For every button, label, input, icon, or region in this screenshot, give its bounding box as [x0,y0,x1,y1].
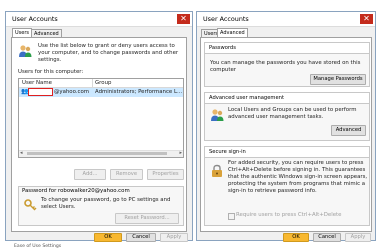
advanced-management-text: Local Users and Groups can be used to pe… [228,107,357,120]
apply-button[interactable]: Apply [160,233,188,242]
advanced-management-group-title: Advanced user management [205,93,369,104]
cancel-button[interactable]: Cancel [126,233,156,242]
close-icon[interactable]: ✕ [177,14,190,24]
advanced-button[interactable]: Advanced [331,125,366,136]
advanced-tab-panel: Passwords You can manage the passwords y… [200,37,372,232]
passwords-group-title: Passwords [205,43,369,54]
user-name-cell: @yahoo.com [54,89,90,95]
remove-user-button[interactable]: Remove [110,169,143,180]
passwords-group: Passwords You can manage the passwords y… [204,42,370,87]
keys-icon [24,199,37,211]
window-title: User Accounts [12,15,58,23]
intro-text: Use the list below to grant or deny user… [38,43,179,63]
users-tab-panel: Use the list below to grant or deny user… [11,37,187,232]
require-ctrl-alt-del-label: Require users to press Ctrl+Alt+Delete [236,212,342,218]
properties-button[interactable]: Properties [147,169,184,180]
close-icon[interactable]: ✕ [360,14,373,24]
title-bar: User Accounts ✕ [197,12,375,27]
add-user-button[interactable]: Add... [74,169,106,180]
column-header-user-name[interactable]: User Name [22,80,52,86]
ok-button[interactable]: OK [94,233,122,242]
ok-button[interactable]: OK [283,233,309,242]
require-ctrl-alt-del-checkbox[interactable] [228,213,235,220]
user-accounts-window-advanced: User Accounts ✕ Users Advanced Passwords… [196,11,376,242]
lock-icon [212,164,222,177]
advanced-management-group: Advanced user management Local Users and… [204,92,370,141]
users-icon [19,45,32,57]
apply-button[interactable]: Apply [345,233,371,242]
group-cell: Administrators; Performance L... [95,89,183,95]
user-accounts-window-users: User Accounts ✕ Users Advanced Use the l… [5,11,193,242]
users-icon [211,109,224,121]
users-list[interactable]: User Name Group 👥 @yahoo.com Administrat… [18,78,184,158]
reset-password-button[interactable]: Reset Password... [115,213,179,224]
column-header-group[interactable]: Group [95,80,111,86]
cancel-button[interactable]: Cancel [313,233,341,242]
taskbar-text: Ease of Use Settings [14,244,62,249]
password-group: Password for robowalker20@yahoo.com To c… [18,186,184,226]
password-group-title: Password for robowalker20@yahoo.com [22,188,130,194]
scroll-left-icon[interactable]: ◂ [20,150,23,156]
users-list-label: Users for this computer: [18,69,84,75]
list-header: User Name Group [19,79,183,88]
column-divider [92,79,93,87]
redaction-box [28,88,53,96]
horizontal-scrollbar[interactable]: ◂ ▸ [19,150,183,157]
scroll-right-icon[interactable]: ▸ [179,150,182,156]
manage-passwords-button[interactable]: Manage Passwords [310,74,366,85]
secure-signin-group: Secure sign-in For added security, you c… [204,146,370,226]
title-bar: User Accounts ✕ [6,12,192,27]
window-title: User Accounts [203,15,249,23]
secure-signin-group-title: Secure sign-in [205,147,369,158]
passwords-text: You can manage the passwords you have st… [210,60,361,73]
scrollbar-thumb[interactable] [27,152,167,155]
table-row[interactable]: 👥 @yahoo.com Administrators; Performance… [19,88,183,97]
secure-signin-text: For added security, you can require user… [228,160,368,194]
password-text: To change your password, go to PC settin… [41,197,171,210]
